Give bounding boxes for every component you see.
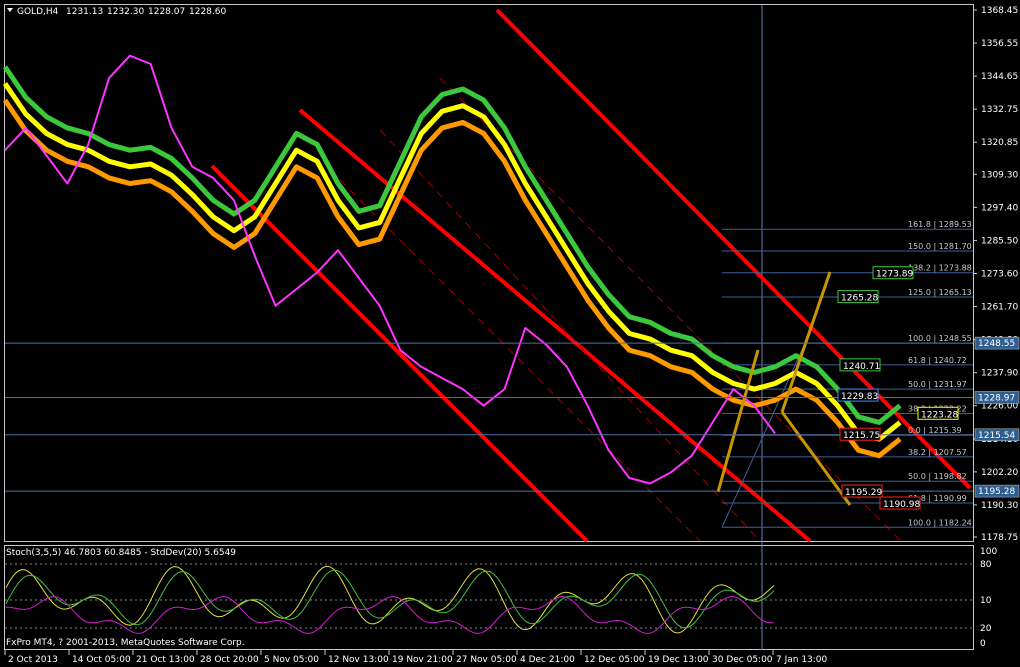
projection-up-line [716, 349, 760, 493]
moving-average-line [2, 98, 902, 459]
price-level-badge-label: 1215.54 [978, 431, 1015, 441]
open-value: 1231.13 [66, 7, 103, 17]
boxed-label-text: 1223.28 [921, 410, 958, 420]
symbol-label: GOLD,H4 [17, 7, 59, 17]
time-tick-label: 7 Jan 13:00 [776, 655, 828, 665]
price-tick-label: 1332.75 [981, 105, 1018, 115]
boxed-label-text: 1229.83 [841, 392, 878, 402]
fib-level-label: 61.8 | 1240.72 [908, 356, 967, 365]
price-level-badge-label: 1248.55 [978, 339, 1015, 349]
stochastic-panel: Stoch(3,5,5) 46.7803 60.8485 - StdDev(20… [5, 547, 997, 649]
time-tick-label: 30 Dec 05:00 [712, 655, 773, 665]
boxed-label-text: 1265.28 [841, 294, 878, 304]
price-tick-label: 1261.70 [981, 303, 1018, 313]
fib-level-label: 50.0 | 1231.97 [908, 380, 967, 389]
price-tick-label: 1356.55 [981, 39, 1018, 49]
time-tick-label: 28 Oct 20:00 [200, 655, 259, 665]
price-tick-label: 1202.20 [981, 468, 1018, 478]
boxed-label-text: 1273.89 [876, 270, 913, 280]
fib-level-label: 50.0 | 1198.82 [908, 472, 967, 481]
channel-lines [210, 8, 972, 543]
time-tick-label: 14 Oct 05:00 [72, 655, 131, 665]
channel-middle-line [298, 108, 812, 543]
fib-level-label: 161.8 | 1289.53 [908, 220, 972, 229]
price-tick-label: 1285.50 [981, 236, 1018, 246]
copyright-text: FxPro MT4, ? 2001-2013, MetaQuotes Softw… [6, 638, 245, 648]
indicator-plot-frame [4, 545, 974, 650]
time-tick-label: 12 Nov 13:00 [328, 655, 389, 665]
low-value: 1228.07 [148, 7, 185, 17]
boxed-label-text: 1215.75 [843, 431, 880, 441]
moving-average-line [2, 65, 902, 425]
moving-average-line [2, 82, 902, 442]
dropdown-triangle-icon[interactable] [7, 8, 13, 12]
stoch-d-line [5, 569, 775, 629]
high-value: 1232.30 [107, 7, 144, 17]
price-tick-label: 1320.85 [981, 138, 1018, 148]
price-tick-label: 1297.40 [981, 203, 1018, 213]
fib-level-label: 138.2 | 1273.88 [908, 264, 972, 273]
time-tick-label: 12 Dec 05:00 [584, 655, 645, 665]
price-level-badge-label: 1228.97 [978, 393, 1015, 403]
stoch-level-label-20: 20 [980, 624, 992, 634]
price-tick-label: 1309.30 [981, 170, 1018, 180]
fib-level-label: 0.0 | 1215.39 [908, 426, 962, 435]
time-axis: 2 Oct 2013 14 Oct 05:00 21 Oct 13:00 28 Oct… [4, 650, 828, 665]
boxed-label-text: 1190.98 [883, 500, 920, 510]
fib-level-label: 100.0 | 1182.24 [908, 518, 972, 527]
price-tick-label: 1368.45 [981, 6, 1018, 16]
time-tick-label: 19 Dec 13:00 [648, 655, 709, 665]
time-tick-label: 5 Nov 05:00 [264, 655, 319, 665]
fib-level-label: 125.0 | 1265.13 [908, 288, 972, 297]
channel-dash-2 [379, 129, 761, 542]
channel-lower-line [210, 164, 589, 543]
chart-header: GOLD,H4 1231.13 1232.30 1228.07 1228.60 [7, 7, 226, 17]
price-tick-label: 1190.30 [981, 501, 1018, 511]
time-tick-label: 27 Nov 05:00 [456, 655, 517, 665]
boxed-label-text: 1240.71 [843, 362, 880, 372]
price-axis: 1368.45 1356.55 1344.65 1332.75 1320.85 1309.… [973, 6, 1018, 543]
moving-average-line [4, 54, 776, 485]
stochastic-header: Stoch(3,5,5) 46.7803 60.8485 - StdDev(20… [6, 548, 236, 558]
moving-average-bands [2, 54, 902, 485]
fib-level-label: 150.0 | 1281.70 [908, 242, 972, 251]
stoch-level-label-10: 10 [980, 596, 992, 606]
stoch-level-label-100: 100 [980, 547, 997, 557]
stoch-level-label-80: 80 [980, 560, 992, 570]
fibonacci-levels: 161.8 | 1289.53 150.0 | 1281.70 138.2 | 12… [721, 220, 973, 528]
stoch-level-label-0: 0 [980, 639, 986, 649]
time-tick-label: 2 Oct 2013 [8, 655, 58, 665]
price-chart[interactable]: GOLD,H4 1231.13 1232.30 1228.07 1228.60 … [0, 0, 1020, 667]
price-tick-label: 1273.60 [981, 270, 1018, 280]
time-tick-label: 4 Dec 21:00 [520, 655, 575, 665]
price-tick-label: 1344.65 [981, 72, 1018, 82]
close-value: 1228.60 [189, 7, 226, 17]
boxed-label-text: 1195.29 [845, 488, 882, 498]
price-tick-label: 1237.90 [981, 369, 1018, 379]
channel-dash-1 [439, 77, 901, 541]
price-level-badge-label: 1195.28 [978, 487, 1015, 497]
time-tick-label: 19 Nov 21:00 [392, 655, 453, 665]
time-tick-label: 21 Oct 13:00 [136, 655, 195, 665]
price-tick-label: 1178.75 [981, 533, 1018, 543]
fib-level-label: 38.2 | 1207.57 [908, 448, 967, 457]
fib-level-label: 100.0 | 1248.55 [908, 334, 972, 343]
